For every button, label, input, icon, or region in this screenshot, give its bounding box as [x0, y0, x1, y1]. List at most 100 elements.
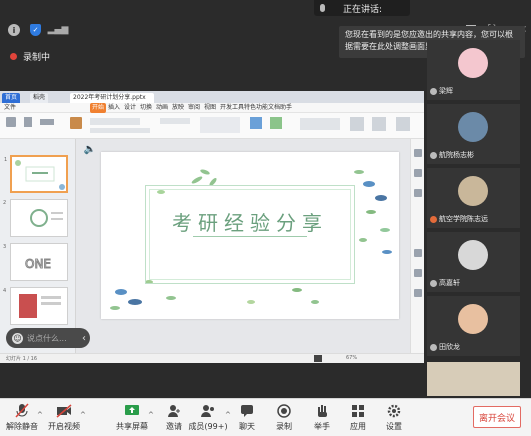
slide-title-underline	[193, 236, 307, 237]
menu-assistant[interactable]: 文档助手	[268, 103, 292, 113]
menu-start[interactable]: 开始	[90, 103, 107, 113]
recording-indicator: 录制中	[10, 50, 50, 63]
slide-title: 考研经验分享	[172, 211, 328, 235]
slide-thumbnail-3[interactable]: 3 ONE	[3, 243, 68, 281]
gear-icon	[387, 404, 401, 418]
mic-muted-icon	[430, 215, 437, 223]
zoom-level[interactable]: 67%	[346, 355, 357, 361]
slide-number-2: 2	[3, 200, 7, 206]
menu-view[interactable]: 视图	[204, 103, 216, 113]
thumb-3-preview: ONE	[25, 257, 52, 272]
play-button[interactable]	[314, 355, 322, 362]
right-tools-icon	[414, 149, 422, 297]
name-text: 航院杨志彬	[439, 151, 474, 159]
shared-screen[interactable]: 首页 稻壳 2022年考研计划分享.pptx 文件 开始 插入 设计 切换 动画…	[0, 91, 424, 363]
chat-pill-collapse-icon[interactable]: ‹	[78, 330, 90, 346]
mic-muted-icon	[430, 87, 437, 95]
participant-tile-5[interactable]: 田欣龙	[427, 296, 520, 356]
wps-menu-bar: 文件 开始 插入 设计 切换 动画 放映 审阅 视图 开发工具 特色功能 文档助…	[0, 103, 424, 113]
wps-tab-bar: 首页 稻壳 2022年考研计划分享.pptx	[0, 91, 424, 103]
speaking-text: 正在讲话:	[343, 4, 383, 15]
menu-review[interactable]: 审阅	[188, 103, 200, 113]
thumb-2-preview	[30, 209, 63, 227]
info-icon[interactable]: i	[8, 24, 20, 36]
tab-pptx-file[interactable]: 2022年考研计划分享.pptx	[70, 93, 154, 103]
apps-grid-icon	[352, 405, 364, 417]
menu-design[interactable]: 设计	[124, 103, 136, 113]
wps-ribbon[interactable]	[0, 113, 424, 139]
name-text: 高嘉轩	[439, 279, 460, 287]
recording-label: 录制中	[23, 53, 51, 63]
mic-muted-icon	[430, 279, 437, 287]
ribbon-tools-icon	[6, 117, 410, 133]
video-caret-icon[interactable]: ^	[80, 411, 86, 419]
leave-meeting-button[interactable]: 离开会议	[473, 406, 521, 428]
video-label: 开启视频	[48, 422, 80, 431]
video-off-icon	[56, 404, 72, 418]
share-label: 共享屏幕	[116, 422, 148, 431]
participant-tile-3[interactable]: 航空学院陈志远	[427, 168, 520, 228]
menu-slideshow[interactable]: 放映	[172, 103, 184, 113]
current-slide[interactable]: 考研经验分享	[101, 152, 399, 319]
mic-muted-icon	[430, 343, 437, 351]
tab-docer[interactable]: 稻壳	[30, 93, 49, 103]
slide-status: 幻灯片 1 / 16	[6, 356, 37, 362]
avatar	[458, 304, 488, 334]
speaking-indicator: 正在讲话:	[314, 0, 410, 16]
invite-icon	[168, 405, 180, 417]
slide-thumbnail-4[interactable]: 4	[3, 287, 68, 325]
name-text: 航空学院陈志远	[439, 215, 488, 223]
settings-label: 设置	[386, 422, 402, 431]
participant-gallery[interactable]: 梁辉 航院杨志彬 航空学院陈志远 高嘉轩 田欣龙	[427, 32, 520, 396]
members-button[interactable]: 成员(99+)	[186, 403, 230, 432]
menu-devtools[interactable]: 开发工具	[220, 103, 244, 113]
record-icon	[277, 404, 291, 418]
chat-icon	[241, 405, 253, 417]
name-text: 田欣龙	[439, 343, 460, 351]
participant-tile-2[interactable]: 航院杨志彬	[427, 104, 520, 164]
participant-name-4: 高嘉轩	[430, 278, 460, 288]
participant-name-2: 航院杨志彬	[430, 150, 474, 160]
menu-features[interactable]: 特色功能	[244, 103, 268, 113]
avatar	[458, 240, 488, 270]
members-icon	[201, 405, 214, 417]
avatar	[458, 112, 488, 142]
slide-number-1: 1	[4, 157, 8, 163]
slide-canvas[interactable]: 🔈 考研经验分享	[76, 139, 410, 355]
slide-number-4: 4	[3, 288, 7, 294]
participant-tile-4[interactable]: 高嘉轩	[427, 232, 520, 292]
hand-icon	[318, 405, 327, 417]
participant-tile-6[interactable]	[427, 362, 520, 396]
avatar	[458, 48, 488, 78]
members-label: 成员(99+)	[188, 422, 228, 431]
signal-icon[interactable]: ▂▄▆	[48, 24, 69, 36]
menu-transition[interactable]: 切换	[140, 103, 152, 113]
participant-name-1: 梁辉	[430, 86, 453, 96]
participant-name-3: 航空学院陈志远	[430, 214, 488, 224]
shield-icon[interactable]: ✓	[30, 24, 41, 36]
mic-off-icon	[15, 403, 29, 418]
meeting-toolbar: 解除静音 ^ 开启视频 ^ 共享屏幕 ^ 邀请 成员(99+) ^ 聊天 录制 …	[0, 398, 531, 436]
settings-button[interactable]: 设置	[372, 403, 416, 432]
thumb-1-preview	[15, 160, 65, 190]
slide-number-3: 3	[3, 244, 7, 250]
unmute-label: 解除静音	[6, 422, 38, 431]
participant-tile-1[interactable]: 梁辉	[427, 40, 520, 100]
menu-animation[interactable]: 动画	[156, 103, 168, 113]
speaker-icon[interactable]: 🔈	[84, 143, 96, 155]
wps-right-toolbar[interactable]	[410, 139, 424, 355]
emoji-icon[interactable]: ☺	[12, 332, 23, 344]
chat-placeholder: 说点什么...	[27, 333, 67, 343]
avatar	[458, 176, 488, 206]
share-screen-icon	[125, 405, 139, 415]
menu-insert[interactable]: 插入	[108, 103, 120, 113]
name-text: 梁辉	[439, 87, 453, 95]
thumb-4-preview	[19, 294, 61, 318]
menu-file[interactable]: 文件	[4, 103, 16, 113]
slide-thumbnail-2[interactable]: 2	[3, 199, 68, 237]
mic-muted-icon	[430, 151, 437, 159]
tab-home[interactable]: 首页	[2, 93, 21, 103]
svg-text:ONE: ONE	[25, 257, 51, 271]
slide-thumbnail-1[interactable]: 1	[4, 155, 68, 193]
slide-thumbnail-pane[interactable]: 1 2 3 ONE 4	[0, 139, 76, 355]
